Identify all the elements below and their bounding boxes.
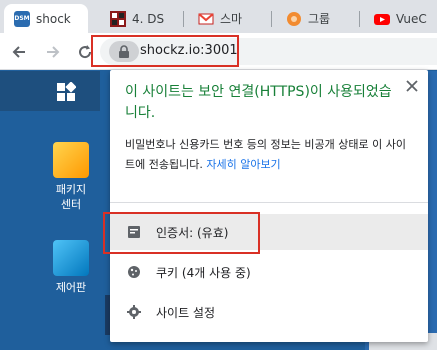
site-security-popup: 이 사이트는 보안 연결(HTTPS)이 사용되었습니다. 비밀번호나 신용카드…	[110, 70, 428, 342]
grid-favicon-icon	[110, 10, 126, 27]
control-panel-shortcut[interactable]: 제어판	[41, 240, 101, 295]
orange-circle-favicon-icon	[286, 11, 302, 27]
menu-item-label: 쿠키 (4개 사용 중)	[156, 265, 251, 280]
arrow-left-icon	[12, 46, 25, 58]
popup-description: 비밀번호나 신용카드 번호 등의 정보는 비공개 상태로 이 사이트에 전송됩니…	[125, 135, 415, 175]
tab-vue[interactable]: VueC	[364, 4, 437, 33]
tab-ds[interactable]: 4. DS	[100, 4, 184, 33]
control-panel-icon	[53, 240, 89, 276]
shopping-bag-icon	[53, 142, 89, 178]
cookies-menu-item[interactable]: 쿠키 (4개 사용 중)	[110, 254, 428, 290]
forward-button[interactable]	[42, 41, 64, 63]
main-menu-icon[interactable]	[56, 82, 76, 102]
tab-strip: DSM shock 4. DS 스마 그룹 VueC	[0, 0, 437, 33]
tab-group[interactable]: 그룹	[276, 4, 360, 33]
tab-title: 그룹	[308, 12, 331, 26]
tab-title: 4. DS	[132, 11, 165, 26]
tab-title: shock	[36, 11, 71, 26]
tab-separator	[271, 11, 272, 27]
app-header	[0, 71, 100, 111]
tab-shockz[interactable]: DSM shock	[4, 4, 88, 33]
package-center-shortcut[interactable]: 패키지 센터	[41, 142, 101, 212]
tab-separator	[359, 11, 360, 27]
youtube-favicon-icon	[374, 11, 390, 27]
tab-title: 스마	[220, 12, 243, 26]
gmail-favicon-icon	[198, 11, 214, 27]
popup-divider	[110, 202, 428, 203]
close-icon	[406, 80, 418, 92]
menu-item-label: 사이트 설정	[156, 305, 216, 320]
settings-gear-icon	[126, 304, 142, 320]
tab-title: VueC	[396, 11, 427, 26]
site-settings-menu-item[interactable]: 사이트 설정	[110, 294, 428, 330]
url-highlight-box	[91, 35, 239, 67]
learn-more-link[interactable]: 자세히 알아보기	[206, 158, 280, 171]
certificate-highlight-box	[103, 212, 260, 254]
tab-gmail[interactable]: 스마	[188, 4, 272, 33]
close-button[interactable]	[404, 78, 420, 94]
arrow-right-icon	[47, 46, 60, 58]
shortcut-label: 패키지	[55, 183, 87, 196]
dsm-favicon-icon: DSM	[14, 10, 30, 27]
shortcut-label: 제어판	[55, 281, 87, 294]
tab-separator	[183, 11, 184, 27]
back-button[interactable]	[8, 41, 30, 63]
cookie-icon	[126, 264, 142, 280]
popup-title: 이 사이트는 보안 연결(HTTPS)이 사용되었습니다.	[125, 84, 392, 121]
shortcut-label: 센터	[60, 198, 82, 211]
